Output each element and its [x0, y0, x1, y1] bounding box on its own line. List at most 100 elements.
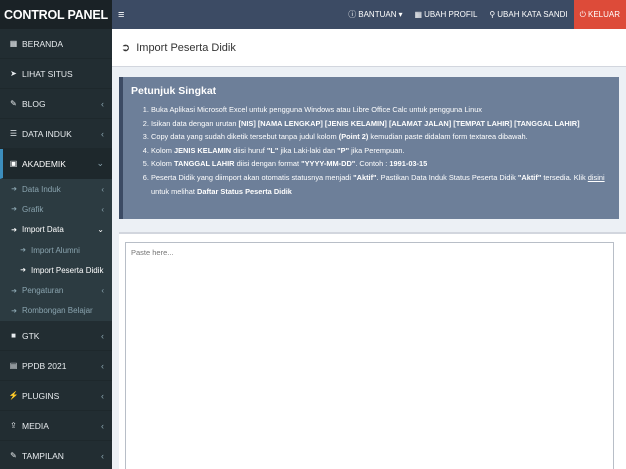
- instruction-step: Kolom JENIS KELAMIN diisi huruf "L" jika…: [151, 144, 609, 158]
- submenu-item-data-induk[interactable]: ➜ Data Induk ‹: [0, 179, 112, 199]
- arrow-right-icon: ➜: [11, 186, 17, 194]
- step-bold: "Aktif": [353, 172, 377, 182]
- question-icon: ⓘ: [348, 10, 357, 19]
- submenu-item-rombongan-belajar[interactable]: ➜ Rombongan Belajar: [0, 301, 112, 321]
- chevron-left-icon: ‹: [101, 286, 104, 296]
- step-text: diisi dengan format: [234, 159, 302, 169]
- sidebar-item-data-induk[interactable]: ☰ DATA INDUK ‹: [0, 119, 112, 149]
- step-text: kemudian paste didalam form textarea dib…: [368, 132, 528, 142]
- instruction-step: Peserta Didik yang diimport akan otomati…: [151, 171, 609, 198]
- instruction-step: Kolom TANGGAL LAHIR diisi dengan format …: [151, 157, 609, 171]
- step-text: . Pastikan Data Induk Status Peserta Did…: [376, 172, 518, 182]
- cube-icon: ■: [11, 331, 16, 341]
- instruction-step: Buka Aplikasi Microsoft Excel untuk peng…: [151, 103, 609, 117]
- sidebar-item-blog[interactable]: ✎ BLOG ‹: [0, 89, 112, 119]
- chevron-left-icon: ‹: [101, 330, 104, 341]
- sidebar-item-media[interactable]: ⇪ MEDIA ‹: [0, 411, 112, 442]
- step-text: Copy data yang sudah diketik tersebut ta…: [151, 132, 339, 142]
- step-text: Kolom: [151, 159, 175, 169]
- nav-ubah-profil[interactable]: ▦ UBAH PROFIL: [409, 0, 484, 29]
- chevron-left-icon: ‹: [101, 390, 104, 401]
- sidebar-item-label: DATA INDUK: [22, 128, 72, 139]
- step-bold: [NIS] [NAMA LENGKAP] [JENIS KELAMIN] [AL…: [238, 118, 580, 128]
- nav-link-label: BANTUAN: [358, 10, 397, 19]
- instructions-callout: Petunjuk Singkat Buka Aplikasi Microsoft…: [119, 77, 619, 219]
- menu-toggle-icon[interactable]: ≡: [118, 9, 124, 21]
- step-text: Kolom: [151, 145, 175, 155]
- submenu-item-grafik[interactable]: ➜ Grafik ‹: [0, 199, 112, 219]
- submenu-item-import-data[interactable]: ➜ Import Data ⌄: [0, 220, 112, 240]
- sidebar-item-label: TAMPILAN: [22, 450, 64, 461]
- paste-textarea[interactable]: [125, 242, 614, 469]
- akademik-submenu: ➜ Data Induk ‹ ➜ Grafik ‹ ➜ Import Data …: [0, 179, 112, 322]
- sign-in-icon: ➲: [121, 42, 131, 54]
- submenu-item-label: Pengaturan: [22, 286, 64, 296]
- instruction-step: Isikan data dengan urutan [NIS] [NAMA LE…: [151, 117, 609, 131]
- step-text: Peserta Didik yang diimport akan otomati…: [151, 172, 354, 182]
- file-icon: ▤: [9, 361, 18, 371]
- upload-icon: ⇪: [10, 421, 17, 431]
- sidebar-item-akademik[interactable]: ▣ AKADEMIK ⌄: [0, 149, 112, 179]
- nav-ubah-kata-sandi[interactable]: ⚲ UBAH KATA SANDI: [483, 0, 573, 29]
- submenu-item-import-peserta-didik[interactable]: ➜ Import Peserta Didik: [0, 260, 112, 280]
- chevron-down-icon: ⌄: [96, 158, 104, 168]
- chevron-left-icon: ‹: [101, 204, 104, 214]
- chevron-left-icon: ‹: [101, 450, 104, 461]
- sidebar-item-ppdb[interactable]: ▤ PPDB 2021 ‹: [0, 351, 112, 382]
- step-text: jika Perempuan.: [349, 145, 405, 155]
- sidebar-item-tampilan[interactable]: ✎ TAMPILAN ‹: [0, 441, 112, 469]
- sidebar-item-beranda[interactable]: ▦ BERANDA: [0, 29, 112, 59]
- submenu-item-label: Rombongan Belajar: [22, 306, 93, 316]
- dashboard-icon: ▦: [9, 39, 18, 48]
- brand-logo[interactable]: CONTROL PANEL: [0, 0, 112, 29]
- chevron-left-icon: ‹: [101, 128, 104, 139]
- arrow-right-icon: ➜: [20, 267, 26, 275]
- sidebar-item-label: AKADEMIK: [22, 158, 66, 169]
- sidebar-item-gtk[interactable]: ■ GTK ‹: [0, 321, 112, 352]
- sidebar-item-label: PPDB 2021: [22, 360, 67, 371]
- top-navbar: ≡ ⓘ BANTUAN ▾ ▦ UBAH PROFIL ⚲ UBAH KATA …: [112, 0, 626, 29]
- instructions-list: Buka Aplikasi Microsoft Excel untuk peng…: [131, 103, 609, 198]
- logout-button[interactable]: ⏻ KELUAR: [573, 0, 626, 29]
- navbar-links: ⓘ BANTUAN ▾ ▦ UBAH PROFIL ⚲ UBAH KATA SA…: [342, 0, 626, 29]
- paint-icon: ✎: [10, 451, 17, 461]
- chevron-down-icon: ⌄: [97, 225, 104, 235]
- sidebar-item-plugins[interactable]: ⚡ PLUGINS ‹: [0, 381, 112, 412]
- plug-icon: ⚡: [8, 391, 19, 401]
- chevron-left-icon: ‹: [101, 184, 104, 194]
- disini-link[interactable]: disini: [588, 173, 605, 182]
- id-card-icon: ▦: [414, 10, 423, 19]
- power-icon: ⏻: [579, 9, 586, 19]
- import-form-box: [119, 232, 626, 469]
- step-bold: "L": [266, 145, 279, 155]
- sidebar-item-label: LIHAT SITUS: [22, 68, 73, 79]
- submenu-item-pengaturan[interactable]: ➜ Pengaturan ‹: [0, 280, 112, 300]
- rocket-icon: ➤: [10, 69, 17, 78]
- nav-link-label: UBAH PROFIL: [424, 10, 478, 19]
- chevron-left-icon: ‹: [101, 98, 104, 109]
- arrow-right-icon: ➜: [11, 307, 17, 315]
- step-text: tersedia. Klik: [541, 172, 588, 182]
- step-text: Isikan data dengan urutan: [151, 118, 239, 128]
- submenu-item-label: Grafik: [22, 204, 44, 214]
- step-bold: "Aktif": [517, 172, 542, 182]
- caret-down-icon: ▾: [398, 10, 403, 19]
- step-text: untuk melihat: [151, 186, 198, 196]
- edit-icon: ✎: [10, 99, 17, 108]
- step-bold: JENIS KELAMIN: [174, 145, 232, 155]
- submenu-item-label: Import Alumni: [31, 245, 80, 255]
- submenu-item-label: Data Induk: [22, 184, 61, 194]
- step-bold: TANGGAL LAHIR: [174, 159, 235, 169]
- sidebar: CONTROL PANEL ▦ BERANDA ➤ LIHAT SITUS ✎ …: [0, 0, 112, 469]
- book-icon: ▣: [9, 159, 18, 168]
- step-bold: "P": [337, 145, 350, 155]
- submenu-item-import-alumni[interactable]: ➜ Import Alumni: [0, 240, 112, 260]
- nav-bantuan[interactable]: ⓘ BANTUAN ▾: [342, 0, 408, 29]
- chevron-left-icon: ‹: [101, 420, 104, 431]
- submenu-item-label: Import Data: [22, 225, 64, 235]
- step-bold: (Point 2): [338, 132, 369, 142]
- sidebar-item-lihat-situs[interactable]: ➤ LIHAT SITUS: [0, 59, 112, 89]
- sidebar-item-label: GTK: [22, 330, 40, 341]
- arrow-right-icon: ➜: [20, 247, 26, 255]
- step-bold: Daftar Status Peserta Didik: [197, 186, 292, 196]
